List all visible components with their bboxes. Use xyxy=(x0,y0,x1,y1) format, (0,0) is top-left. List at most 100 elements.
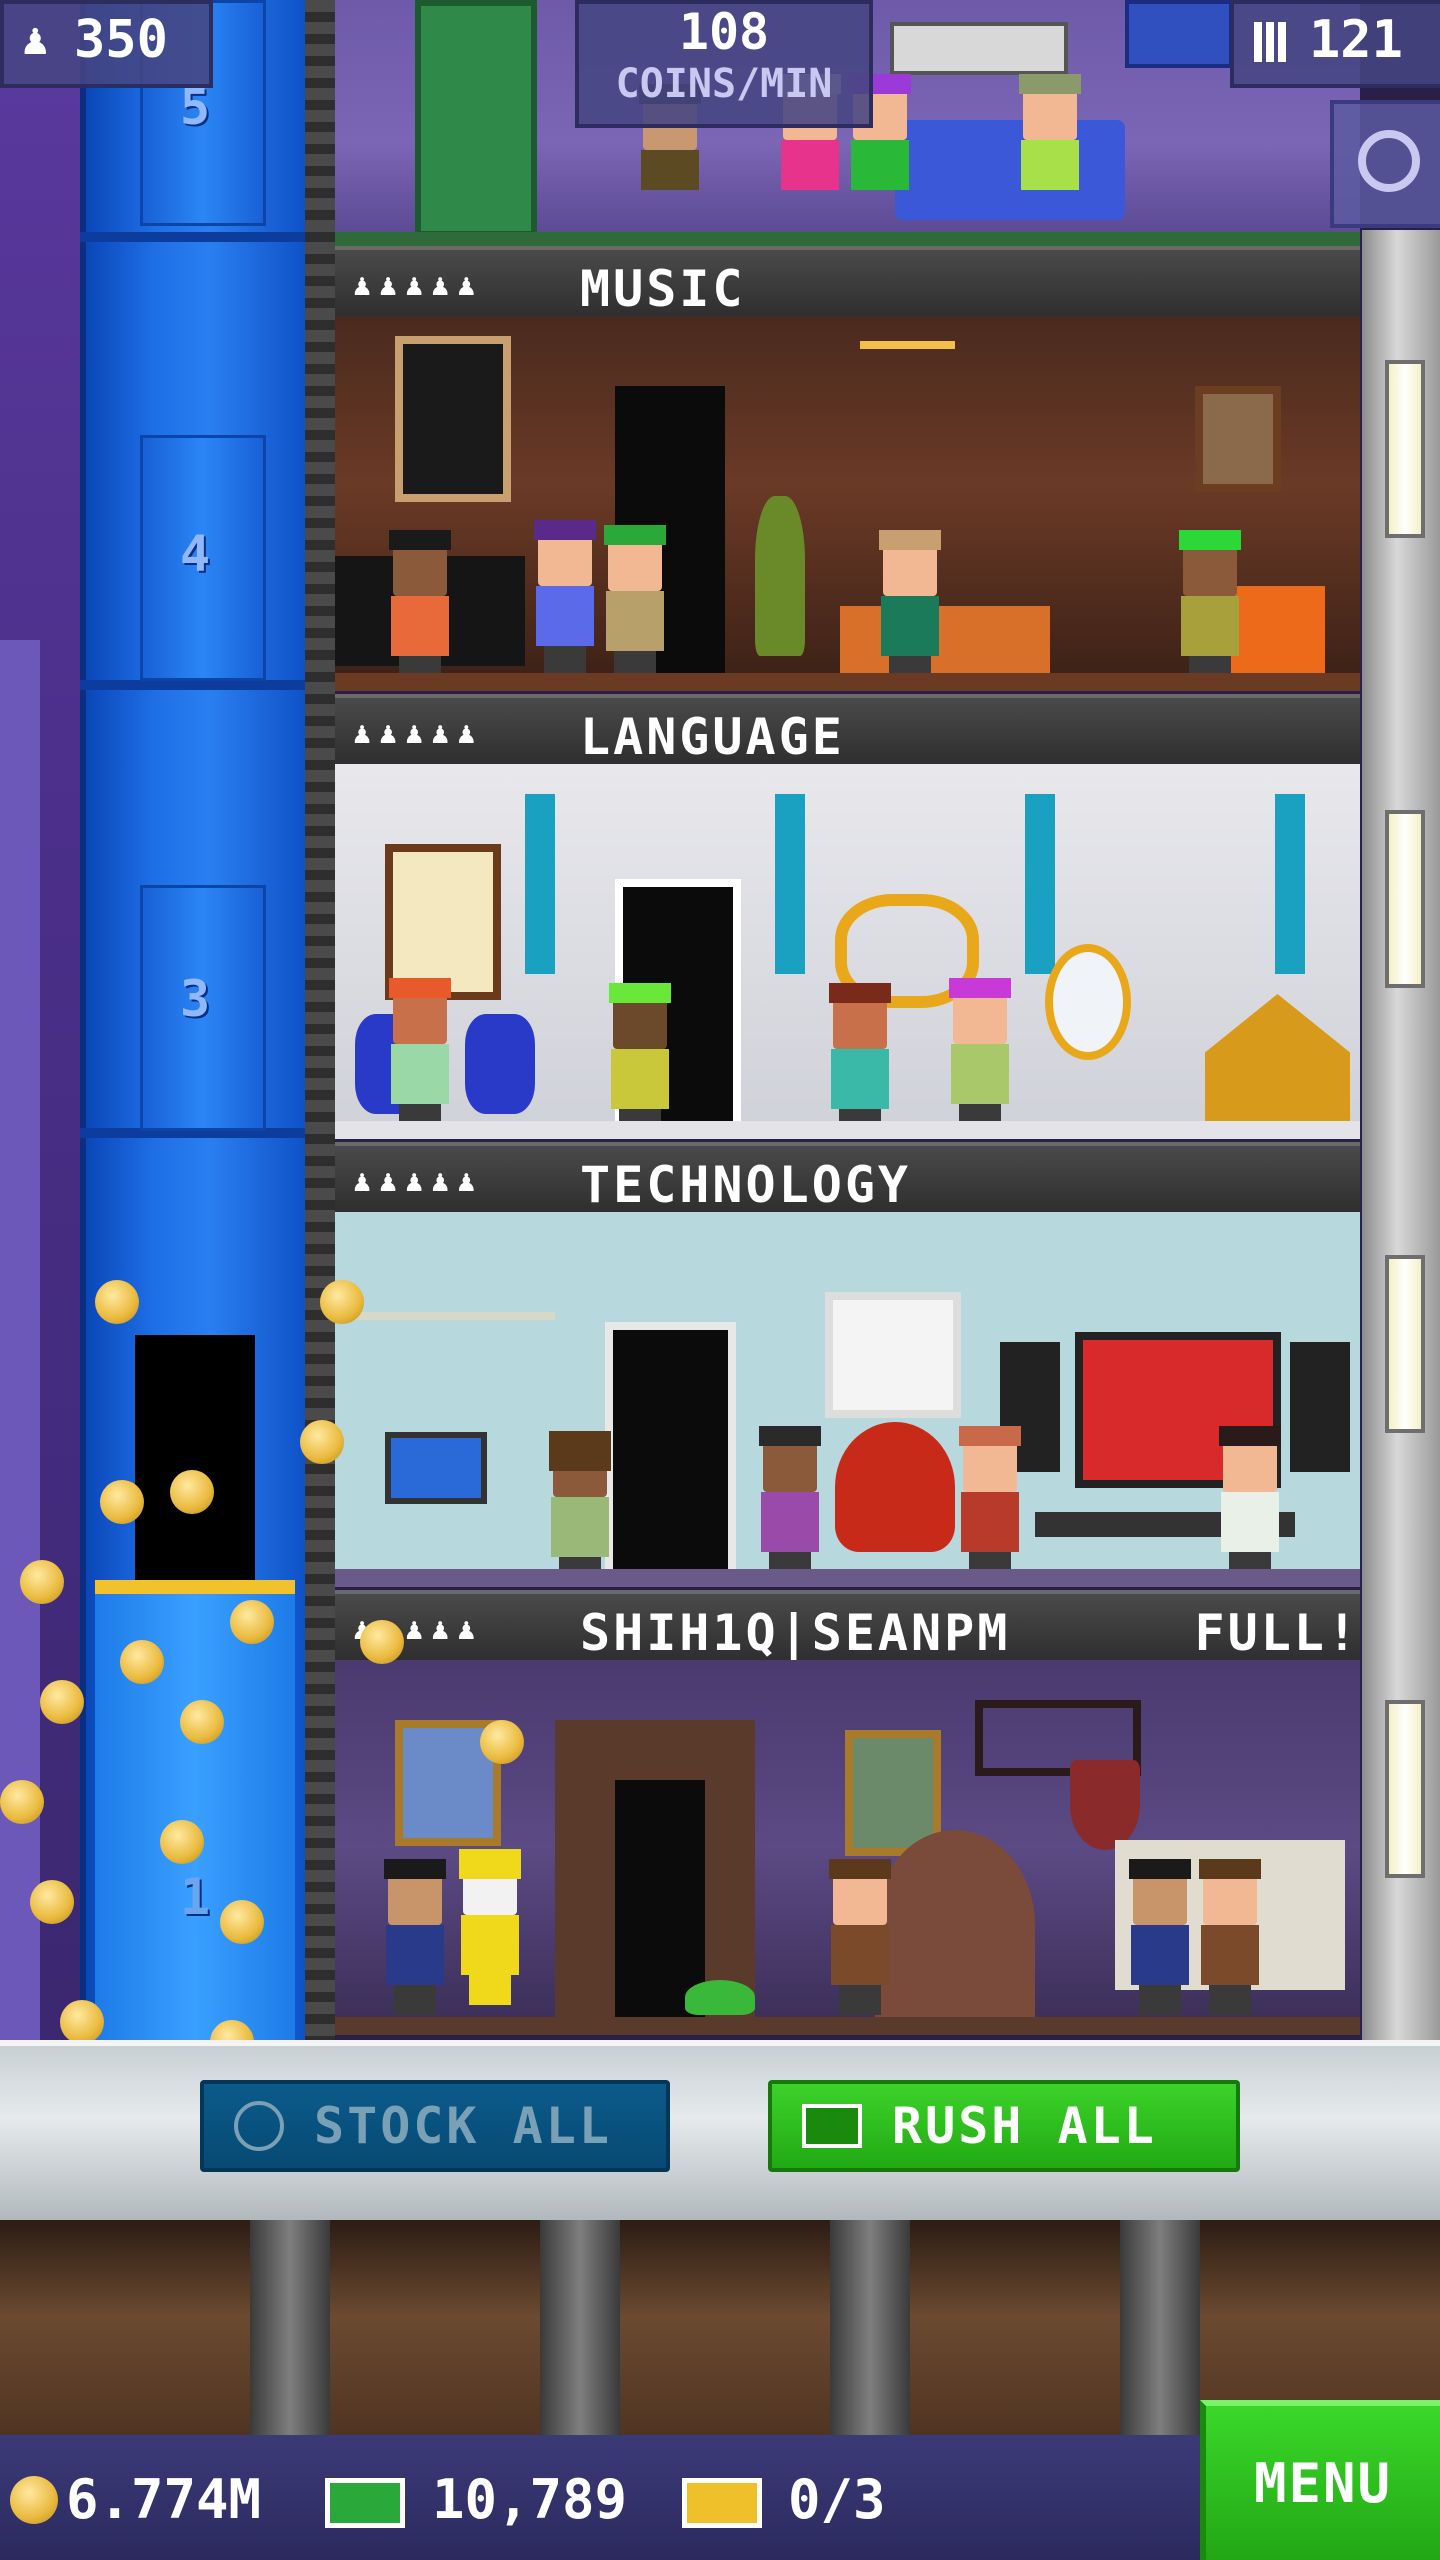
floor-name: SHIH1Q|SEANPM xyxy=(580,1604,1011,1662)
elevator-floor-number: 3 xyxy=(179,970,211,1028)
bitizen[interactable] xyxy=(825,983,895,1139)
clock-icon xyxy=(234,2101,284,2151)
bux-balance: 10,789 xyxy=(432,2468,628,2531)
coin-icon xyxy=(20,1560,64,1604)
pillar-light xyxy=(1385,810,1425,988)
coin-icon xyxy=(95,1280,139,1324)
bitizen[interactable] xyxy=(605,983,675,1139)
bitizen[interactable] xyxy=(1125,1859,1195,2015)
chandelier xyxy=(860,341,955,439)
search-button[interactable] xyxy=(1330,100,1440,228)
coin-icon xyxy=(40,1680,84,1724)
bitizen[interactable] xyxy=(875,530,945,686)
room-floor xyxy=(335,1569,1360,1587)
coin-icon xyxy=(320,1280,364,1324)
coins-per-min-label: COINS/MIN xyxy=(615,61,833,107)
coin-icon xyxy=(10,2476,58,2524)
floor-name: MUSIC xyxy=(580,260,746,318)
scroll-painting xyxy=(385,844,501,1000)
room-floor xyxy=(335,2017,1360,2035)
stock-all-button[interactable]: STOCK ALL xyxy=(200,2080,670,2172)
bitizen[interactable] xyxy=(755,1426,825,1582)
floor-counter[interactable]: 121 xyxy=(1230,0,1440,88)
floor-room-music[interactable] xyxy=(335,316,1360,691)
occupancy-icons: ♟♟♟♟♟ xyxy=(353,268,484,303)
game-poster xyxy=(1125,0,1233,68)
blue-sofa xyxy=(895,120,1125,220)
portrait-frame xyxy=(1195,386,1281,492)
bitizen[interactable] xyxy=(545,1431,615,1587)
bitizen[interactable] xyxy=(825,1859,895,2015)
coin-icon xyxy=(60,2000,104,2044)
room-floor xyxy=(335,1121,1360,1139)
bitizen[interactable] xyxy=(530,520,600,676)
floor-header-language[interactable]: ♟♟♟♟♟ LANGUAGE xyxy=(335,694,1360,768)
window xyxy=(395,336,511,502)
floor-room-residential[interactable] xyxy=(335,1660,1360,2035)
tickets-count: 0/3 xyxy=(788,2468,886,2531)
pillar-light xyxy=(1385,1255,1425,1433)
bitizen[interactable] xyxy=(600,525,670,681)
lobby-column xyxy=(540,2220,620,2435)
teal-column xyxy=(775,794,805,974)
floor-header-music[interactable]: ♟♟♟♟♟ MUSIC xyxy=(335,246,1360,320)
coin-icon xyxy=(120,1640,164,1684)
ticket-icon xyxy=(682,2478,762,2528)
population-value: 350 xyxy=(74,10,168,70)
room-door xyxy=(615,1780,705,2020)
lobby-column xyxy=(830,2220,910,2435)
menu-button[interactable]: MENU xyxy=(1200,2400,1440,2560)
floor-header-residential[interactable]: ♟♟♟♟♟ SHIH1Q|SEANPM FULL! xyxy=(335,1590,1360,1664)
stock-all-label: STOCK ALL xyxy=(314,2097,612,2155)
coin-icon xyxy=(220,1900,264,1944)
teal-column xyxy=(1025,794,1055,974)
bitizen[interactable] xyxy=(385,530,455,686)
coin-icon xyxy=(230,1600,274,1644)
red-chair xyxy=(835,1422,955,1552)
coin-icon xyxy=(180,1700,224,1744)
population-counter[interactable]: ♟ 350 xyxy=(0,0,213,88)
bux-icon xyxy=(325,2478,405,2528)
floor-header-technology[interactable]: ♟♟♟♟♟ TECHNOLOGY xyxy=(335,1142,1360,1216)
shaft-divider xyxy=(80,680,305,690)
occupancy-icons: ♟♟♟♟♟ xyxy=(353,1164,484,1199)
wall-art xyxy=(890,22,1068,75)
elevator-floor-number: 4 xyxy=(179,525,211,583)
bed xyxy=(840,606,1050,676)
bitizen[interactable] xyxy=(1015,74,1085,230)
person-icon: ♟ xyxy=(22,14,49,65)
shaft-divider xyxy=(80,232,305,242)
floor-room-technology[interactable] xyxy=(335,1212,1360,1587)
magnifier-icon xyxy=(1358,130,1420,192)
bitizen[interactable] xyxy=(1175,530,1245,686)
pillar-light xyxy=(1385,360,1425,538)
turtle xyxy=(685,1980,755,2015)
floor-status-badge: FULL! xyxy=(1194,1604,1360,1662)
bitizen[interactable] xyxy=(385,978,455,1134)
coin-icon xyxy=(0,1780,44,1824)
floor-ledge xyxy=(335,232,1360,246)
bitizen[interactable] xyxy=(1215,1426,1285,1582)
coin-icon xyxy=(170,1470,214,1514)
armchair xyxy=(875,1830,1035,2020)
golden-shrine xyxy=(1205,994,1350,1124)
bitizen[interactable] xyxy=(1195,1859,1265,2015)
lobby-column xyxy=(1120,2220,1200,2435)
coin-icon xyxy=(360,1620,404,1664)
room-floor xyxy=(335,673,1360,691)
teal-column xyxy=(1275,794,1305,974)
window-blinds xyxy=(825,1292,961,1418)
floor-name: TECHNOLOGY xyxy=(580,1156,912,1214)
rush-all-button[interactable]: RUSH ALL xyxy=(768,2080,1240,2172)
floor-name: LANGUAGE xyxy=(580,708,845,766)
bitizen[interactable] xyxy=(945,978,1015,1134)
coin-icon xyxy=(300,1420,344,1464)
speaker xyxy=(1290,1342,1350,1472)
pillar-light xyxy=(1385,1700,1425,1878)
lobby-column xyxy=(250,2220,330,2435)
floor-room-language[interactable] xyxy=(335,764,1360,1139)
bitizen[interactable] xyxy=(955,1426,1025,1582)
room-door xyxy=(605,1322,736,1587)
bitizen[interactable] xyxy=(455,1849,525,2005)
floor-count-value: 121 xyxy=(1309,10,1403,70)
